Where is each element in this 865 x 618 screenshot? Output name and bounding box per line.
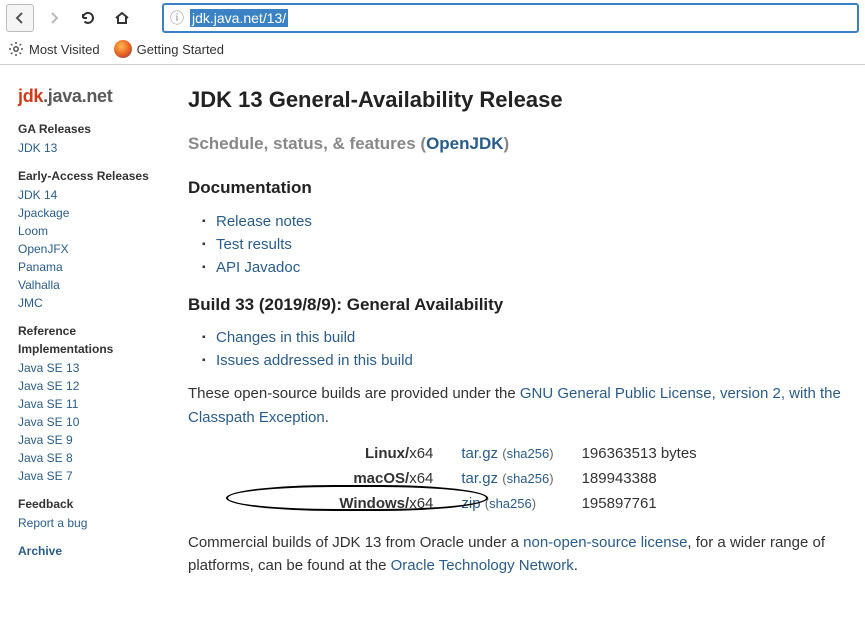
download-os: Linux/x64 [325,441,447,466]
non-open-license-link[interactable]: non-open-source license [523,534,687,551]
list-item: Issues addressed in this build [216,349,848,372]
sidebar-link[interactable]: Jpackage [18,204,158,222]
main-content: JDK 13 General-Availability Release Sche… [188,83,848,587]
nav-toolbar: ⓘ jdk.java.net/13/ [0,0,865,36]
sidebar-link[interactable]: OpenJFX [18,240,158,258]
sidebar-link[interactable]: Java SE 11 [18,395,158,413]
sidebar-link[interactable]: Java SE 13 [18,359,158,377]
openjdk-link[interactable]: OpenJDK [426,134,503,153]
browser-chrome: ⓘ jdk.java.net/13/ Most Visited Getting … [0,0,865,65]
page-content: jdk.java.net GA ReleasesJDK 13 Early-Acce… [0,65,865,587]
subtitle: Schedule, status, & features (OpenJDK) [188,131,848,157]
sidebar-heading: Reference Implementations [18,322,158,358]
reload-icon [79,9,97,27]
sidebar-link[interactable]: Java SE 10 [18,413,158,431]
download-size: 189943388 [568,466,711,491]
gear-icon [8,41,24,57]
home-button[interactable] [108,4,136,32]
firefox-icon [114,40,132,58]
build-heading: Build 33 (2019/8/9): General Availabilit… [188,292,848,318]
build-link[interactable]: Issues addressed in this build [216,352,413,369]
sidebar-link[interactable]: Report a bug [18,514,158,532]
download-size: 196363513 bytes [568,441,711,466]
download-link[interactable]: tar.gz [461,470,498,487]
table-row: Linux/x64tar.gz (sha256)196363513 bytes [325,441,710,466]
download-size: 195897761 [568,491,711,516]
sidebar-heading: Early-Access Releases [18,167,158,185]
table-row: macOS/x64tar.gz (sha256)189943388 [325,466,710,491]
url-text: jdk.java.net/13/ [190,10,851,26]
site-logo[interactable]: jdk.java.net [18,83,158,110]
sha-link[interactable]: sha256 [507,446,550,461]
sidebar-link[interactable]: Java SE 8 [18,449,158,467]
sha-link[interactable]: sha256 [507,471,550,486]
bookmark-getting-started[interactable]: Getting Started [114,40,224,58]
logo-rest: .java.net [43,86,112,106]
list-item: Test results [216,233,848,256]
sidebar-archive[interactable]: Archive [18,542,158,560]
doc-link[interactable]: Release notes [216,213,312,230]
sha-link[interactable]: sha256 [489,496,532,511]
bookmark-label: Getting Started [137,42,224,57]
table-row: Windows/x64zip (sha256)195897761 [325,491,710,516]
url-bar[interactable]: ⓘ jdk.java.net/13/ [162,3,859,33]
arrow-left-icon [12,10,28,26]
build-link[interactable]: Changes in this build [216,329,355,346]
reload-button[interactable] [74,4,102,32]
list-item: Release notes [216,210,848,233]
download-link[interactable]: zip [461,495,480,512]
home-icon [113,9,131,27]
build-list: Changes in this build Issues addressed in… [188,326,848,373]
sidebar-link[interactable]: JDK 13 [18,139,158,157]
download-link[interactable]: tar.gz [461,445,498,462]
download-os: macOS/x64 [325,466,447,491]
downloads-table: Linux/x64tar.gz (sha256)196363513 bytesm… [325,441,710,517]
doc-link[interactable]: API Javadoc [216,259,300,276]
sidebar-heading: Feedback [18,495,158,513]
sidebar-link[interactable]: Java SE 9 [18,431,158,449]
sidebar-link[interactable]: JDK 14 [18,186,158,204]
arrow-right-icon [46,10,62,26]
site-info-icon[interactable]: ⓘ [170,8,184,28]
page-title: JDK 13 General-Availability Release [188,83,848,117]
download-os: Windows/x64 [325,491,447,516]
sidebar-heading: GA Releases [18,120,158,138]
forward-button[interactable] [40,4,68,32]
sidebar-link[interactable]: Java SE 12 [18,377,158,395]
download-format-cell: zip (sha256) [447,491,567,516]
logo-jdk: jdk [18,86,43,106]
bookmark-most-visited[interactable]: Most Visited [8,41,100,57]
oracle-tech-link[interactable]: Oracle Technology Network [391,557,574,574]
back-button[interactable] [6,4,34,32]
bookmark-label: Most Visited [29,42,100,57]
documentation-heading: Documentation [188,175,848,201]
commercial-paragraph: Commercial builds of JDK 13 from Oracle … [188,531,848,578]
sidebar-link[interactable]: Loom [18,222,158,240]
sidebar-link[interactable]: Java SE 7 [18,467,158,485]
sidebar-link[interactable]: Valhalla [18,276,158,294]
sidebar-link[interactable]: JMC [18,294,158,312]
doc-link[interactable]: Test results [216,236,292,253]
sidebar-link[interactable]: Panama [18,258,158,276]
download-format-cell: tar.gz (sha256) [447,441,567,466]
download-format-cell: tar.gz (sha256) [447,466,567,491]
list-item: Changes in this build [216,326,848,349]
bookmarks-bar: Most Visited Getting Started [0,36,865,64]
list-item: API Javadoc [216,256,848,279]
sidebar: jdk.java.net GA ReleasesJDK 13 Early-Acce… [18,83,158,587]
license-paragraph: These open-source builds are provided un… [188,382,848,429]
documentation-list: Release notes Test results API Javadoc [188,210,848,280]
